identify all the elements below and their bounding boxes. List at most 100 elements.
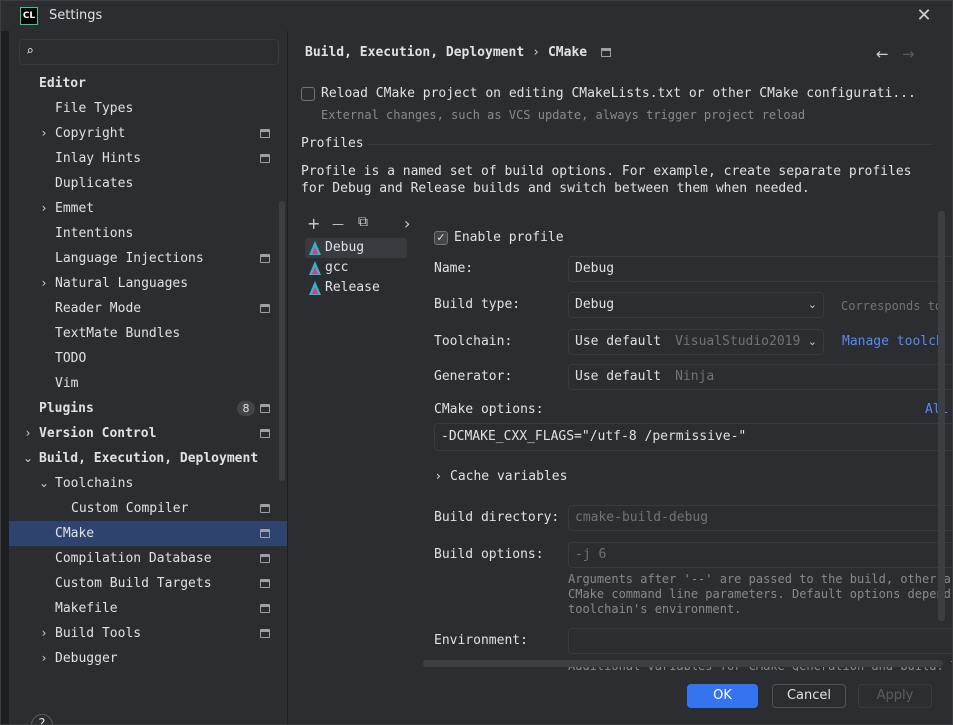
sidebar-item-build-execution-deployment[interactable]: ⌄ Build, Execution, Deployment: [9, 446, 287, 471]
settings-sidebar: ⌕ Editor File Types › Copyright Inlay Hints D…: [9, 31, 287, 724]
sidebar-item-copyright[interactable]: › Copyright: [9, 121, 287, 146]
sidebar-item-plugins[interactable]: Plugins 8: [9, 396, 287, 421]
chevron-right-icon[interactable]: ›: [37, 121, 51, 146]
chevron-right-icon[interactable]: ›: [37, 271, 51, 296]
sidebar-item-duplicates[interactable]: Duplicates: [9, 171, 287, 196]
sidebar-item-build-tools[interactable]: › Build Tools: [9, 621, 287, 646]
sidebar-item-label: CMake: [55, 526, 95, 541]
chevron-right-icon[interactable]: ›: [37, 646, 51, 671]
more-chevron-icon[interactable]: ›: [404, 214, 410, 233]
sidebar-item-label: Intentions: [55, 226, 134, 241]
search-input[interactable]: ⌕: [19, 39, 279, 65]
enable-profile-label[interactable]: Enable profile: [454, 230, 564, 245]
help-button[interactable]: ?: [31, 714, 53, 724]
chevron-right-icon[interactable]: ›: [21, 421, 35, 446]
sidebar-item-reader-mode[interactable]: Reader Mode: [9, 296, 287, 321]
cmake-options-label: CMake options:: [434, 402, 544, 417]
sidebar-item-cmake[interactable]: CMake: [9, 521, 287, 546]
cmake-options-value: -DCMAKE_CXX_FLAGS="/utf-8 /permissive-": [441, 429, 747, 444]
sidebar-item-label: Copyright: [55, 126, 126, 141]
add-profile-icon[interactable]: +: [307, 214, 320, 233]
profile-item-release[interactable]: Release: [305, 278, 407, 298]
remove-profile-icon[interactable]: —: [332, 217, 344, 231]
sidebar-item-label: Duplicates: [55, 176, 134, 191]
breadcrumb: Build, Execution, Deployment › CMake: [305, 45, 612, 60]
build-options-hint-line2: CMake command line parameters. Default o…: [568, 587, 951, 601]
back-arrow-icon[interactable]: ←: [876, 45, 889, 63]
sidebar-item-toolchains[interactable]: ⌄ Toolchains: [9, 471, 287, 496]
sidebar-item-vim[interactable]: Vim: [9, 371, 287, 396]
sidebar-item-editor[interactable]: Editor: [9, 71, 287, 96]
sidebar-item-makefile[interactable]: Makefile: [9, 596, 287, 621]
cmake-icon: [309, 261, 321, 275]
profiles-description-line1: Profile is a named set of build options.…: [301, 164, 912, 179]
profile-item-debug[interactable]: Debug: [305, 238, 407, 258]
generator-select[interactable]: Use default Ninja: [568, 364, 952, 390]
build-options-hint-line1: Arguments after '--' are passed to the b…: [568, 572, 953, 586]
form-scrollbar[interactable]: [938, 211, 945, 621]
sidebar-item-label: Build, Execution, Deployment: [39, 451, 259, 466]
cancel-button[interactable]: Cancel: [772, 684, 846, 708]
environment-field[interactable]: [568, 628, 952, 654]
build-options-label: Build options:: [434, 547, 544, 562]
cache-variables-chevron-icon[interactable]: ›: [436, 469, 441, 483]
sidebar-item-label: Build Tools: [55, 626, 142, 641]
sidebar-item-debugger[interactable]: › Debugger: [9, 646, 287, 671]
build-options-hint-line3: toolchain's environment.: [568, 602, 742, 616]
sidebar-item-custom-build-targets[interactable]: Custom Build Targets: [9, 571, 287, 596]
sidebar-item-inlay-hints[interactable]: Inlay Hints: [9, 146, 287, 171]
cmake-options-field[interactable]: -DCMAKE_CXX_FLAGS="/utf-8 /permissive-": [434, 423, 952, 451]
forward-arrow-icon[interactable]: →: [902, 45, 915, 63]
build-directory-field[interactable]: cmake-build-debug: [568, 505, 952, 531]
build-type-select[interactable]: Debug ⌄: [568, 292, 824, 318]
sidebar-item-language-injections[interactable]: Language Injections: [9, 246, 287, 271]
toolchain-value: Use default: [575, 334, 662, 349]
sidebar-item-compilation-database[interactable]: Compilation Database: [9, 546, 287, 571]
sidebar-item-textmate-bundles[interactable]: TextMate Bundles: [9, 321, 287, 346]
sidebar-item-label: Compilation Database: [55, 551, 212, 566]
sidebar-item-emmet[interactable]: › Emmet: [9, 196, 287, 221]
profiles-list-panel: + — ⧉ › Debug gcc Release: [301, 211, 411, 701]
name-field[interactable]: Debug: [568, 256, 952, 282]
form-horizontal-scrollbar[interactable]: [423, 660, 943, 667]
breadcrumb-separator: ›: [532, 45, 540, 60]
update-count-badge: 8: [237, 401, 255, 416]
profile-name: Debug: [325, 240, 365, 255]
ok-button[interactable]: OK: [687, 684, 758, 708]
sidebar-item-label: Version Control: [39, 426, 157, 441]
window-title: Settings: [49, 8, 103, 23]
project-scope-icon: [260, 429, 270, 438]
sidebar-item-label: TODO: [55, 351, 87, 366]
enable-profile-checkbox[interactable]: ✓: [434, 231, 448, 245]
profile-form: ✓ Enable profile Name: Debug Build type:…: [423, 211, 953, 724]
sidebar-item-custom-compiler[interactable]: Custom Compiler: [9, 496, 287, 521]
copy-profile-icon[interactable]: ⧉: [358, 214, 368, 230]
toolchain-select[interactable]: Use default VisualStudio2019 ⌄: [568, 329, 824, 355]
profiles-heading: Profiles: [301, 136, 364, 151]
sidebar-item-version-control[interactable]: › Version Control: [9, 421, 287, 446]
apply-button[interactable]: Apply: [858, 684, 932, 708]
breadcrumb-parent[interactable]: Build, Execution, Deployment: [305, 45, 524, 60]
sidebar-item-label: Custom Build Targets: [55, 576, 212, 591]
sidebar-item-todo[interactable]: TODO: [9, 346, 287, 371]
sidebar-scrollbar[interactable]: [279, 201, 285, 481]
sidebar-item-label: File Types: [55, 101, 134, 116]
sidebar-item-natural-languages[interactable]: › Natural Languages: [9, 271, 287, 296]
chevron-down-icon[interactable]: ⌄: [37, 471, 51, 496]
project-scope-icon: [260, 154, 270, 163]
settings-dialog: CL Settings ✕ ⌕ Editor File Types › Copyrig…: [0, 0, 953, 725]
reload-cmake-checkbox[interactable]: [301, 87, 315, 101]
chevron-right-icon[interactable]: ›: [37, 196, 51, 221]
cache-variables-toggle[interactable]: Cache variables: [450, 469, 567, 484]
sidebar-item-file-types[interactable]: File Types: [9, 96, 287, 121]
manage-toolchains-link[interactable]: Manage toolch: [842, 334, 944, 349]
profile-name: Release: [325, 280, 380, 295]
build-options-field[interactable]: -j 6: [568, 542, 952, 568]
sidebar-item-label: Emmet: [55, 201, 95, 216]
chevron-down-icon[interactable]: ⌄: [21, 446, 35, 471]
sidebar-item-intentions[interactable]: Intentions: [9, 221, 287, 246]
profile-item-gcc[interactable]: gcc: [305, 258, 407, 278]
close-icon[interactable]: ✕: [913, 5, 935, 27]
reload-cmake-label[interactable]: Reload CMake project on editing CMakeLis…: [321, 86, 916, 101]
chevron-right-icon[interactable]: ›: [37, 621, 51, 646]
